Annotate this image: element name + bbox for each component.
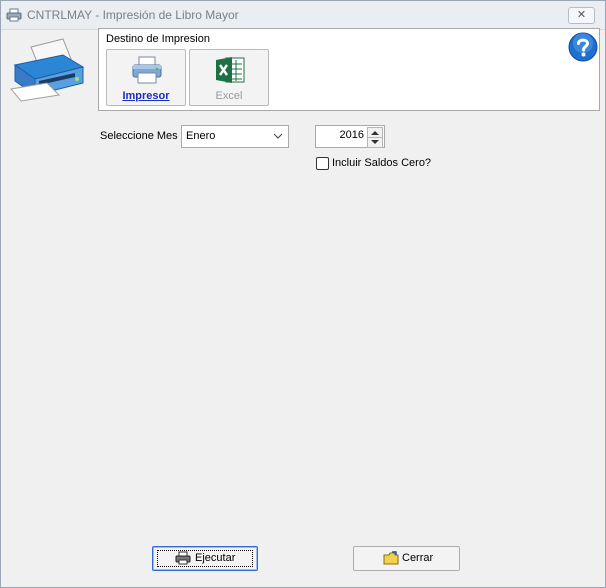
year-decrement-button[interactable]: [367, 137, 383, 148]
window-title: CNTRLMAY - Impresión de Libro Mayor: [27, 8, 239, 22]
title-bar: CNTRLMAY - Impresión de Libro Mayor ✕: [1, 1, 605, 30]
folder-close-icon: [383, 551, 399, 565]
close-window-button[interactable]: ✕: [568, 7, 595, 24]
execute-button-label: Ejecutar: [195, 552, 236, 564]
printer-small-icon: [6, 8, 22, 22]
year-spinner[interactable]: 2016: [315, 125, 385, 148]
printer-icon: [132, 56, 162, 84]
arrow-up-icon: [371, 131, 379, 135]
help-icon[interactable]: [568, 32, 598, 62]
close-button-label: Cerrar: [402, 552, 434, 564]
include-zero-balances-label: Incluir Saldos Cero?: [332, 157, 432, 169]
year-value: 2016: [339, 129, 364, 141]
dialog-window: CNTRLMAY - Impresión de Libro Mayor ✕ De…: [0, 0, 606, 588]
month-select[interactable]: Enero: [181, 125, 289, 148]
chevron-down-icon: [273, 133, 283, 139]
printer-logo-icon: [10, 38, 85, 102]
month-selected-value: Enero: [186, 130, 216, 142]
include-zero-balances-checkbox[interactable]: [316, 157, 329, 170]
month-label: Seleccione Mes: [100, 130, 178, 142]
printer-destination-label: Impresor: [122, 90, 170, 102]
excel-destination-button[interactable]: Excel: [189, 49, 269, 106]
print-destination-group: Destino de Impresion Impresor Excel: [98, 28, 600, 111]
close-button[interactable]: Cerrar: [353, 546, 460, 571]
print-destination-label: Destino de Impresion: [106, 33, 210, 45]
excel-icon: [216, 57, 245, 83]
execute-button[interactable]: Ejecutar: [152, 546, 258, 571]
excel-destination-label: Excel: [215, 90, 243, 102]
printer-destination-button[interactable]: Impresor: [106, 49, 186, 106]
printer-icon: [175, 551, 191, 565]
close-icon: ✕: [576, 9, 587, 21]
arrow-down-icon: [371, 140, 379, 144]
